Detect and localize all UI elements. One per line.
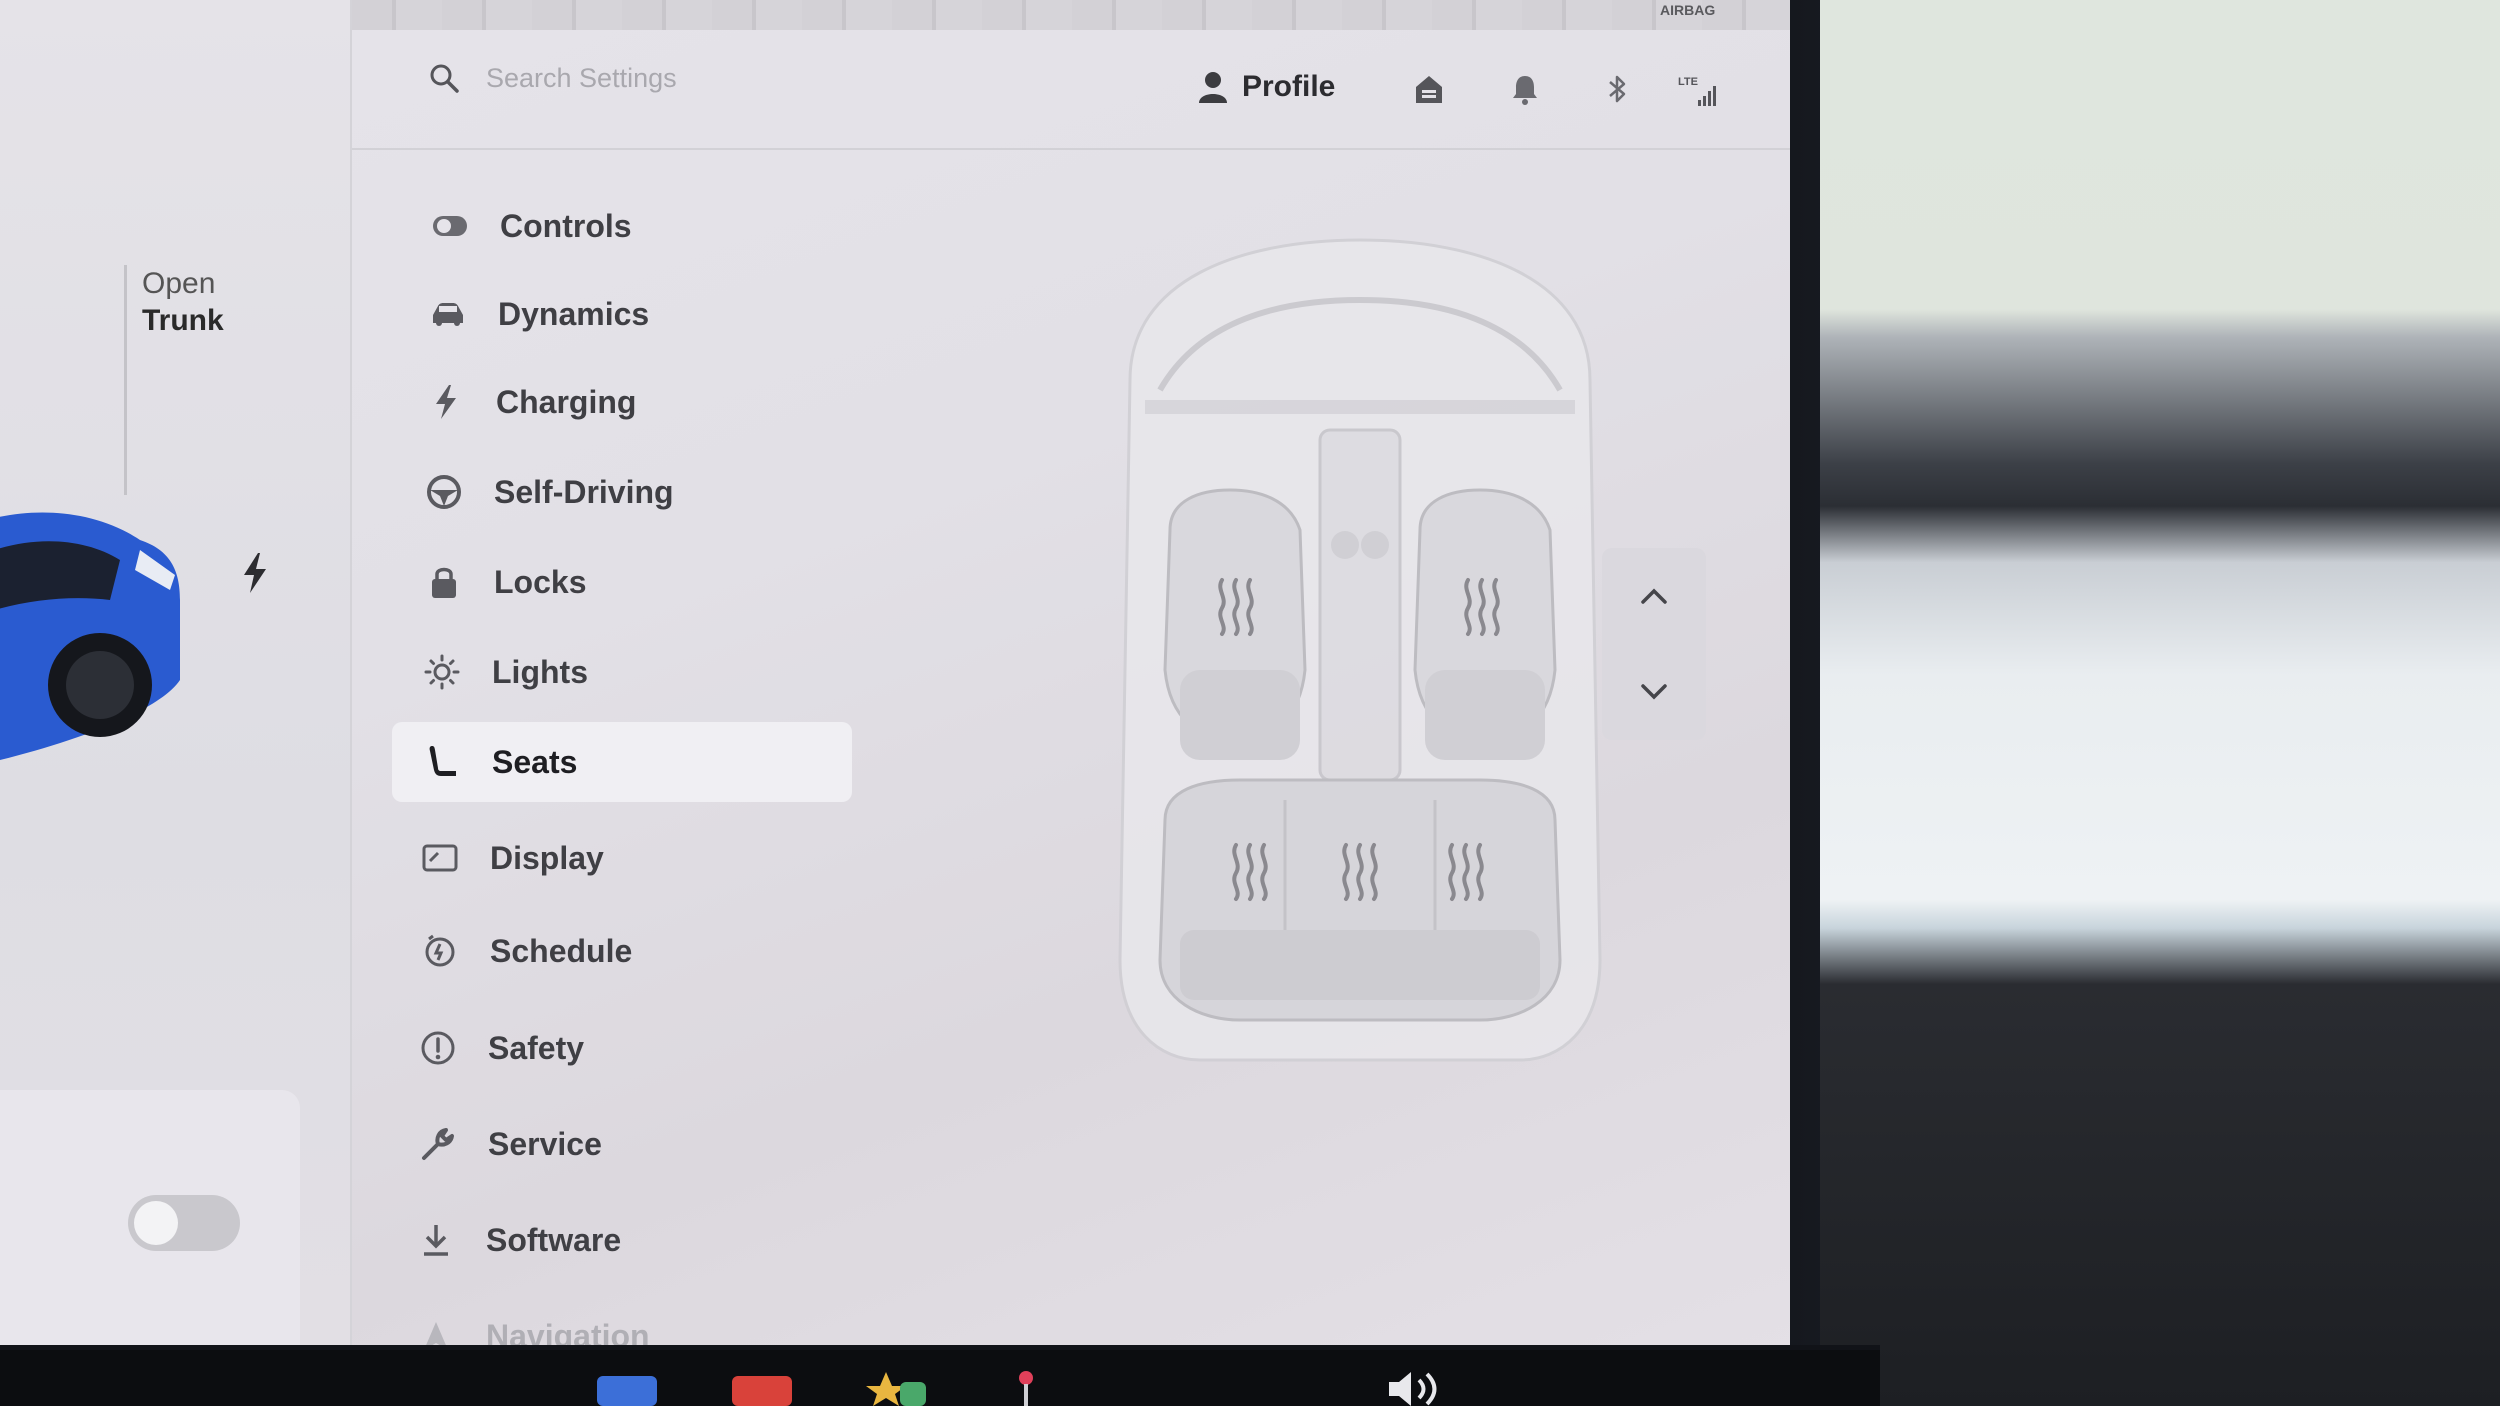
sun-icon — [424, 654, 460, 690]
menu-item-label: Self-Driving — [494, 473, 674, 510]
menu-item-locks[interactable]: Locks — [424, 542, 586, 622]
profile-icon — [1199, 72, 1227, 103]
search-icon — [430, 64, 459, 93]
cellular-signal-icon — [1698, 86, 1716, 106]
scroll-down-button[interactable] — [1602, 644, 1706, 740]
search-input[interactable] — [486, 58, 986, 98]
profile-label: Profile — [1242, 70, 1336, 103]
menu-item-label: Dynamics — [498, 295, 650, 332]
toggle-icon — [433, 216, 467, 236]
profile-button[interactable]: Profile — [1198, 70, 1335, 104]
menu-item-label: Controls — [500, 207, 632, 244]
navigation-icon — [426, 1322, 446, 1345]
menu-item-safety[interactable]: Safety — [418, 1008, 584, 1088]
chevron-down-icon — [1641, 684, 1667, 700]
chevron-up-icon — [1641, 588, 1667, 604]
taskbar — [0, 1350, 1880, 1406]
menu-item-lights[interactable]: Lights — [422, 632, 588, 712]
menu-item-label: Locks — [494, 563, 587, 600]
menu-item-label: Schedule — [490, 932, 633, 969]
menu-item-label: Service — [488, 1125, 602, 1162]
open-trunk-button[interactable]: Open Trunk — [142, 265, 282, 339]
menu-item-label: Software — [486, 1221, 622, 1258]
notification-bell-icon[interactable] — [1508, 72, 1542, 106]
menu-item-navigation[interactable]: Navigation — [416, 1296, 650, 1345]
toggle-knob — [134, 1201, 178, 1245]
toybox-icon[interactable] — [866, 1368, 930, 1406]
seat-view-scroll-control — [1602, 548, 1706, 740]
scroll-up-button[interactable] — [1602, 548, 1706, 644]
app-icon-blue[interactable] — [595, 1368, 659, 1406]
menu-item-charging[interactable]: Charging — [426, 362, 636, 442]
schedule-icon — [425, 934, 455, 967]
menu-item-self-driving[interactable]: Self-Driving — [424, 452, 674, 532]
quick-toggle[interactable] — [128, 1195, 240, 1251]
charge-port-icon[interactable] — [242, 553, 268, 593]
car-icon — [433, 303, 463, 326]
touchscreen: Open Trunk AIRBAG Profile LTE — [0, 0, 1880, 1345]
joystick-icon[interactable] — [1016, 1368, 1036, 1406]
menu-item-controls[interactable]: Controls — [430, 186, 632, 266]
dashboard-background — [1820, 0, 2500, 1406]
menu-item-label: Lights — [492, 653, 588, 690]
menu-item-label: Display — [490, 839, 604, 876]
steering-wheel-icon — [427, 475, 461, 509]
menu-item-label: Safety — [488, 1029, 585, 1066]
safety-icon — [421, 1031, 455, 1065]
seat-icon — [429, 746, 456, 776]
menu-item-label: Charging — [496, 383, 637, 420]
lock-icon — [432, 567, 456, 598]
wrench-icon — [422, 1128, 454, 1160]
download-icon — [424, 1225, 448, 1256]
menu-item-seats[interactable]: Seats — [392, 722, 852, 802]
trunk-divider — [124, 265, 127, 495]
menu-item-label: Seats — [492, 743, 578, 780]
bluetooth-icon[interactable] — [1600, 72, 1634, 106]
car-model-image — [0, 512, 180, 760]
home-icon[interactable] — [1412, 72, 1446, 106]
menu-item-dynamics[interactable]: Dynamics — [428, 274, 649, 354]
trunk-label-line2: Trunk — [142, 304, 224, 337]
menu-item-display[interactable]: Display — [420, 818, 604, 898]
volume-icon[interactable] — [1385, 1368, 1445, 1406]
display-icon — [422, 844, 458, 872]
bolt-icon — [436, 385, 456, 419]
menu-item-label: Navigation — [486, 1317, 650, 1346]
calendar-icon[interactable] — [730, 1368, 794, 1406]
trunk-label-line1: Open — [142, 267, 216, 300]
menu-item-schedule[interactable]: Schedule — [420, 911, 632, 991]
menu-item-software[interactable]: Software — [416, 1200, 621, 1280]
menu-item-service[interactable]: Service — [418, 1104, 602, 1184]
